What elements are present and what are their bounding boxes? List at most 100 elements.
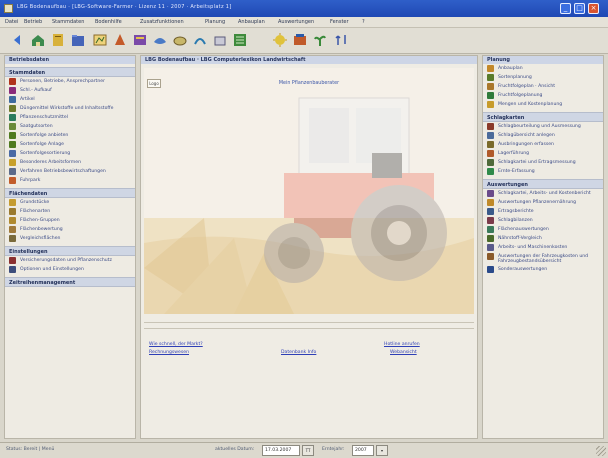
sidebar-item[interactable]: Vergleichsflächen: [5, 234, 135, 243]
minimize-button[interactable]: _: [560, 3, 571, 14]
back-icon[interactable]: [10, 32, 26, 48]
menu-window[interactable]: Fenster: [330, 19, 349, 25]
sidebar-item[interactable]: Fuhrpark: [5, 176, 135, 185]
web-view-link[interactable]: Webansicht: [390, 350, 417, 355]
menu-farm[interactable]: Betrieb: [24, 19, 42, 25]
brush-icon: [487, 132, 494, 139]
menu-master-data[interactable]: Stammdaten: [52, 19, 84, 25]
home-icon[interactable]: [30, 32, 46, 48]
sidebar-item[interactable]: Verfahren Betriebsbewirtschaftungen: [5, 167, 135, 176]
date-picker-button[interactable]: TT: [302, 445, 314, 456]
planning-item-label: Anbauplan: [498, 65, 523, 71]
market-link[interactable]: Wie schnell, der Markt?: [149, 342, 203, 347]
section-area-data[interactable]: Flächendaten: [5, 188, 135, 198]
section-time-series[interactable]: Zeitreihenmanagement: [5, 277, 135, 287]
planning-item[interactable]: Ernte-Erfassung: [483, 167, 603, 176]
sidebar-item-label: Pflanzenschutzmittel: [20, 114, 68, 120]
sidebar-item[interactable]: Sortenfolge Anlage: [5, 140, 135, 149]
planning-item[interactable]: Nährstoff-Vergleich: [483, 234, 603, 243]
menu-crop-plan[interactable]: Anbauplan: [238, 19, 265, 25]
planning-item-label: Ernte-Erfassung: [498, 168, 535, 174]
folder-icon[interactable]: [70, 32, 86, 48]
planning-item[interactable]: Auswertungen der Fahrzeugkosten und Fahr…: [483, 252, 603, 265]
sidebar-item[interactable]: Personen, Betriebe, Ansprechpartner: [5, 77, 135, 86]
compare-icon: [487, 235, 494, 242]
arrow-icon[interactable]: [334, 32, 350, 48]
planning-item-label: Schlagbilanzen: [498, 217, 533, 223]
planning-item[interactable]: Ausbringungen erfassen: [483, 140, 603, 149]
box-icon[interactable]: [272, 32, 288, 48]
sidebar-item-label: Artikel: [20, 96, 35, 102]
window-title: LBG Bodenaufbau · [LBG-Software-Farmer ·…: [17, 4, 232, 10]
leaf-icon[interactable]: [152, 32, 168, 48]
planning-item-label: Fruchtfolgeplan · Ansicht: [498, 83, 556, 89]
document-icon[interactable]: [232, 32, 248, 48]
tools-icon[interactable]: [292, 32, 308, 48]
sun-icon[interactable]: [212, 32, 228, 48]
sidebar-item[interactable]: Besonderes Arbeitsformen: [5, 158, 135, 167]
sidebar-item[interactable]: Sortenfolgesortierung: [5, 149, 135, 158]
sidebar-item[interactable]: Saatgutsorten: [5, 122, 135, 131]
planning-item[interactable]: Mengen und Kostenplanung: [483, 100, 603, 109]
sidebar-item[interactable]: Flächen-Gruppen: [5, 216, 135, 225]
year-dropdown-button[interactable]: ▾: [376, 445, 388, 456]
sidebar-item[interactable]: Flächenbewertung: [5, 225, 135, 234]
section-master-data[interactable]: Stammdaten: [5, 67, 135, 77]
sidebar-item[interactable]: Artikel: [5, 95, 135, 104]
resize-grip[interactable]: [596, 446, 606, 456]
maximize-button[interactable]: □: [574, 3, 585, 14]
harvest-year-field[interactable]: 2007: [352, 445, 374, 456]
menu-planning[interactable]: Planung: [205, 19, 225, 25]
planning-item[interactable]: Flächenauswertungen: [483, 225, 603, 234]
menu-help[interactable]: ?: [362, 19, 365, 25]
database-info-link[interactable]: Datenbank Info: [281, 350, 316, 355]
planning-item[interactable]: Schlagübersicht anlegen: [483, 131, 603, 140]
drop-icon[interactable]: [132, 32, 148, 48]
planning-item[interactable]: Arbeits- und Maschinenkosten: [483, 243, 603, 252]
hotline-link[interactable]: Hotline anrufen: [384, 342, 420, 347]
accounting-link[interactable]: Rechnungswesen: [149, 350, 189, 355]
seed-icon[interactable]: [92, 32, 108, 48]
date-field[interactable]: 17.03.2007: [262, 445, 300, 456]
bag-icon: [9, 105, 16, 112]
sidebar-item[interactable]: Optionen und Einstellungen: [5, 265, 135, 274]
calendar-icon[interactable]: [112, 32, 128, 48]
planning-item[interactable]: Schlagbeurteilung und Ausmessung: [483, 122, 603, 131]
sidebar-item[interactable]: Schl.- Aufkauf: [5, 86, 135, 95]
section-field-cards[interactable]: Schlagkarten: [483, 112, 603, 122]
menu-soil[interactable]: Bodenhilfe: [95, 19, 122, 25]
plant-icon[interactable]: [312, 32, 328, 48]
planning-item[interactable]: Ertragsberichte: [483, 207, 603, 216]
planning-item[interactable]: Schlagkartei, Arbeits- und Kostenbericht: [483, 189, 603, 198]
sidebar-item-label: Verfahren Betriebsbewirtschaftungen: [20, 168, 106, 174]
sidebar-item[interactable]: Grundstücke: [5, 198, 135, 207]
menu-extras[interactable]: Zusatzfunktionen: [140, 19, 184, 25]
sidebar-item[interactable]: Versicherungsdaten und Pflanzenschutz: [5, 256, 135, 265]
sidebar-item[interactable]: Düngemittel Wirkstoffe und Inhaltsstoffe: [5, 104, 135, 113]
menu-file[interactable]: Datei: [5, 19, 18, 25]
section-settings[interactable]: Einstellungen: [5, 246, 135, 256]
bell-icon[interactable]: [172, 32, 188, 48]
rotate-icon: [487, 83, 494, 90]
user-icon: [9, 78, 16, 85]
planning-item[interactable]: Sonderauswertungen: [483, 265, 603, 274]
planning-item[interactable]: Lagerführung: [483, 149, 603, 158]
sidebar-item[interactable]: Flächenarten: [5, 207, 135, 216]
planning-item[interactable]: Fruchtfolgeplanung: [483, 91, 603, 100]
planning-item[interactable]: Schlagkartei und Ertragsmessung: [483, 158, 603, 167]
book-icon[interactable]: [50, 32, 66, 48]
planning-item[interactable]: Sortenplanung: [483, 73, 603, 82]
grid-icon[interactable]: [192, 32, 208, 48]
area-icon: [487, 226, 494, 233]
close-button[interactable]: ×: [588, 3, 599, 14]
planning-item[interactable]: Fruchtfolgeplan · Ansicht: [483, 82, 603, 91]
section-reports[interactable]: Auswertungen: [483, 179, 603, 189]
planning-item[interactable]: Auswertungen Pflanzenernährung: [483, 198, 603, 207]
chart-icon: [487, 199, 494, 206]
planning-item-label: Nährstoff-Vergleich: [498, 235, 542, 241]
menu-reports[interactable]: Auswertungen: [278, 19, 314, 25]
planning-item[interactable]: Anbauplan: [483, 64, 603, 73]
planning-item[interactable]: Schlagbilanzen: [483, 216, 603, 225]
sidebar-item[interactable]: Sortenfolge anbieten: [5, 131, 135, 140]
sidebar-item[interactable]: Pflanzenschutzmittel: [5, 113, 135, 122]
